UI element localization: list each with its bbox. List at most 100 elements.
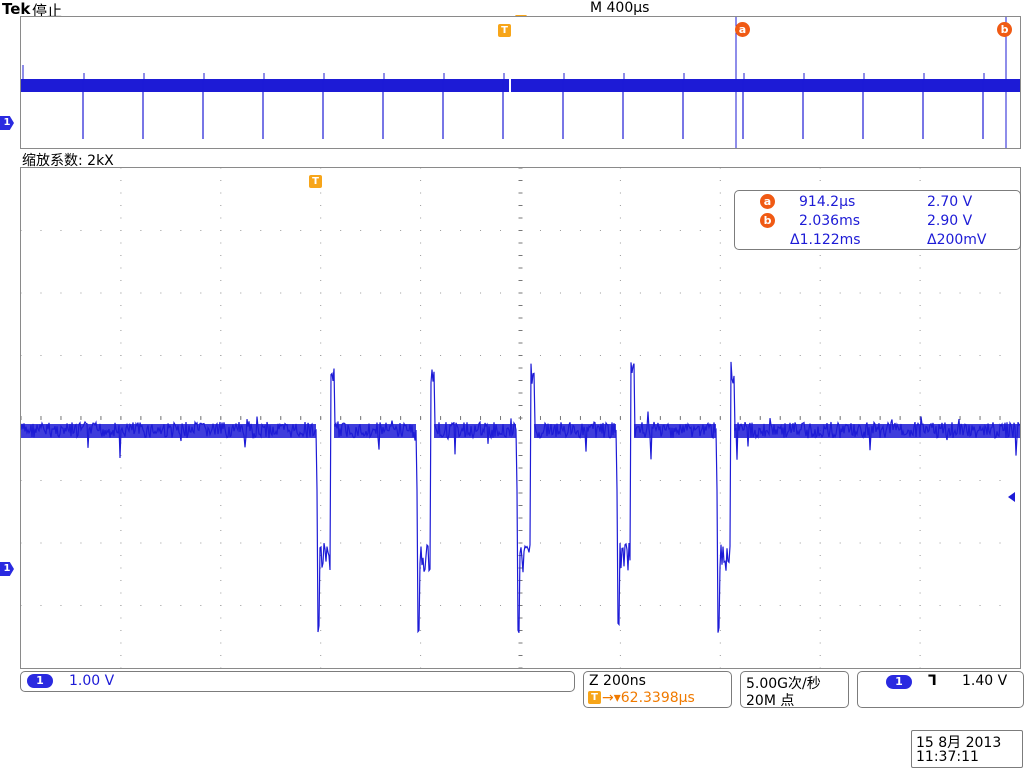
- grid-dot: [579, 542, 581, 544]
- grid-dot: [420, 317, 422, 319]
- grid-dot: [120, 255, 122, 256]
- grid-dot: [919, 380, 921, 381]
- grid-dot: [619, 242, 621, 244]
- grid-dot: [140, 230, 142, 231]
- overview-cursor-b-marker[interactable]: b: [997, 22, 1012, 37]
- grid-dot: [220, 168, 222, 169]
- zoom-settings-box[interactable]: Z 200ns T →▾62.3398µs: [583, 671, 732, 708]
- grid-dot: [320, 392, 322, 394]
- grid-dot: [619, 492, 621, 494]
- overview-channel1-indicator[interactable]: 1: [0, 116, 14, 130]
- trigger-settings-box[interactable]: 1 ᒣ 1.40 V: [857, 671, 1024, 708]
- grid-dot: [220, 267, 222, 269]
- grid-dot: [619, 430, 621, 431]
- grid-dot: [819, 442, 821, 444]
- grid-dot: [659, 230, 661, 231]
- grid-dot: [380, 355, 382, 356]
- grid-dot: [340, 480, 342, 481]
- grid-dot: [120, 542, 122, 544]
- grid-dot: [719, 517, 721, 519]
- grid-dot: [619, 180, 621, 181]
- grid-dot: [619, 442, 621, 444]
- grid-dot: [739, 605, 741, 606]
- grid-dot: [320, 567, 322, 569]
- grid-dot: [719, 255, 721, 256]
- zoom-trigger-marker[interactable]: T: [309, 175, 322, 188]
- zoom-channel1-indicator[interactable]: 1: [0, 562, 14, 576]
- grid-dot: [240, 230, 242, 231]
- grid-dot: [819, 655, 821, 656]
- grid-dot: [320, 630, 322, 631]
- grid-dot: [819, 405, 821, 406]
- grid-dot: [420, 342, 422, 344]
- overview-trace-band-1: [21, 79, 509, 92]
- grid-dot: [420, 305, 422, 306]
- grid-dot: [320, 642, 322, 644]
- grid-dot: [979, 480, 981, 481]
- grid-dot: [739, 292, 741, 294]
- grid-dot: [220, 617, 222, 619]
- grid-dot: [719, 355, 721, 356]
- readout-a-volt: 2.70 V: [927, 194, 973, 210]
- grid-dot: [719, 380, 721, 381]
- readout-cursor-b-marker: b: [760, 213, 775, 228]
- grid-dot: [80, 292, 82, 294]
- grid-dot: [719, 192, 721, 194]
- grid-dot: [719, 467, 721, 469]
- channel1-scale-box[interactable]: 1 1.00 V: [20, 671, 575, 692]
- grid-dot: [120, 380, 122, 381]
- grid-dot: [320, 505, 322, 506]
- overview-waveform-pane[interactable]: [20, 16, 1021, 149]
- grid-dot: [839, 355, 841, 356]
- grid-dot: [639, 230, 641, 231]
- grid-dot: [220, 280, 222, 281]
- grid-dot: [939, 480, 941, 481]
- grid-dot: [120, 517, 122, 519]
- grid-dot: [100, 230, 102, 231]
- grid-dot: [420, 542, 422, 544]
- acquisition-settings-box[interactable]: 5.00G次/秒 20M 点: [740, 671, 849, 709]
- grid-dot: [21, 355, 22, 356]
- grid-dot: [659, 605, 661, 606]
- grid-dot: [220, 442, 222, 444]
- grid-dot: [999, 605, 1001, 606]
- grid-dot: [100, 355, 102, 356]
- grid-dot: [719, 217, 721, 219]
- grid-dot: [220, 317, 222, 319]
- grid-dot: [260, 292, 262, 294]
- grid-dot: [919, 505, 921, 506]
- grid-dot: [979, 605, 981, 606]
- grid-dot: [21, 480, 22, 481]
- grid-dot: [320, 217, 322, 219]
- grid-dot: [220, 230, 222, 231]
- grid-dot: [819, 480, 821, 481]
- grid-dot: [619, 192, 621, 194]
- grid-dot: [100, 605, 102, 606]
- overview-trigger-marker[interactable]: T: [498, 24, 511, 37]
- grid-dot: [719, 317, 721, 319]
- grid-dot: [220, 342, 222, 344]
- grid-dot: [859, 355, 861, 356]
- grid-dot: [220, 492, 222, 494]
- grid-dot: [679, 542, 681, 544]
- grid-dot: [240, 355, 242, 356]
- grid-dot: [220, 542, 222, 544]
- grid-dot: [40, 605, 42, 606]
- grid-dot: [500, 355, 502, 356]
- grid-dot: [220, 205, 222, 206]
- grid-dot: [759, 292, 761, 294]
- grid-dot: [420, 367, 422, 369]
- grid-dot: [939, 542, 941, 544]
- grid-dot: [320, 305, 322, 306]
- channel1-badge: 1: [27, 674, 53, 688]
- grid-dot: [919, 392, 921, 394]
- overview-cursor-a-marker[interactable]: a: [735, 22, 750, 37]
- grid-dot: [939, 605, 941, 606]
- grid-dot: [420, 430, 422, 431]
- grid-dot: [500, 542, 502, 544]
- grid-dot: [819, 355, 821, 356]
- grid-dot: [579, 230, 581, 231]
- grid-dot: [919, 405, 921, 406]
- grid-dot: [460, 355, 462, 356]
- readout-b-time: 2.036ms: [799, 213, 861, 229]
